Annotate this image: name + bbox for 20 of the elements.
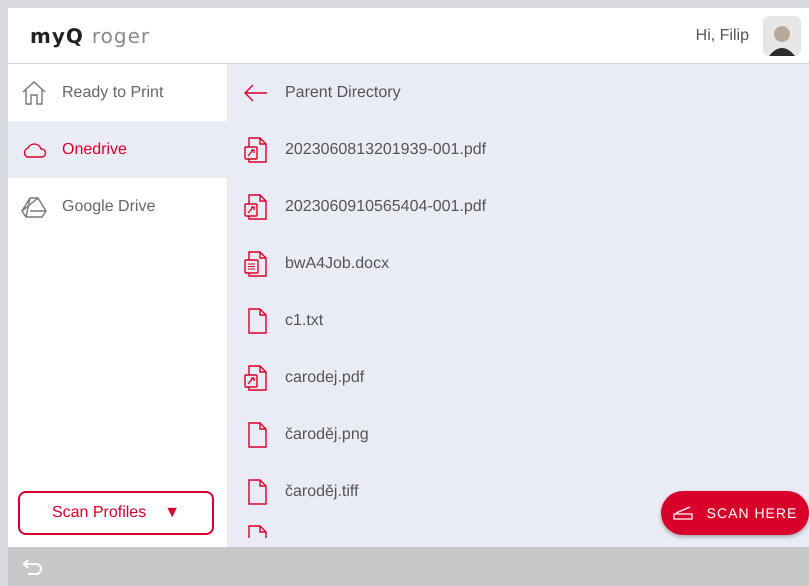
avatar-icon[interactable] [763,16,801,56]
logo: myQ roger [30,22,150,50]
file-item[interactable]: carodej.pdf [227,349,374,406]
document-file-icon [243,250,269,278]
scan-profiles-dropdown[interactable]: Scan Profiles ▼ [18,491,214,535]
file-item[interactable]: čaroděj.png [227,406,379,463]
sidebar-item[interactable]: Onedrive [8,121,227,178]
house-icon [20,78,48,106]
scanner-icon [672,506,693,520]
scan-here-button[interactable]: SCAN HERE [661,491,809,535]
file-item[interactable]: 2023060813201939-001.pdf [227,121,496,178]
file-item[interactable]: bwA4Job.docx [227,235,400,292]
file-item[interactable]: 2023060910565404-001.pdf [227,178,496,235]
pdf-file-icon [243,192,269,220]
file-item[interactable]: čaroděj.tiff [227,463,369,520]
parent-directory-item[interactable]: Parent Directory [227,64,411,121]
greeting: Hi, Filip [696,26,749,46]
file-item[interactable]: c1.txt [227,292,334,349]
pdf-file-icon [243,136,269,164]
pdf-file-icon [243,364,269,392]
